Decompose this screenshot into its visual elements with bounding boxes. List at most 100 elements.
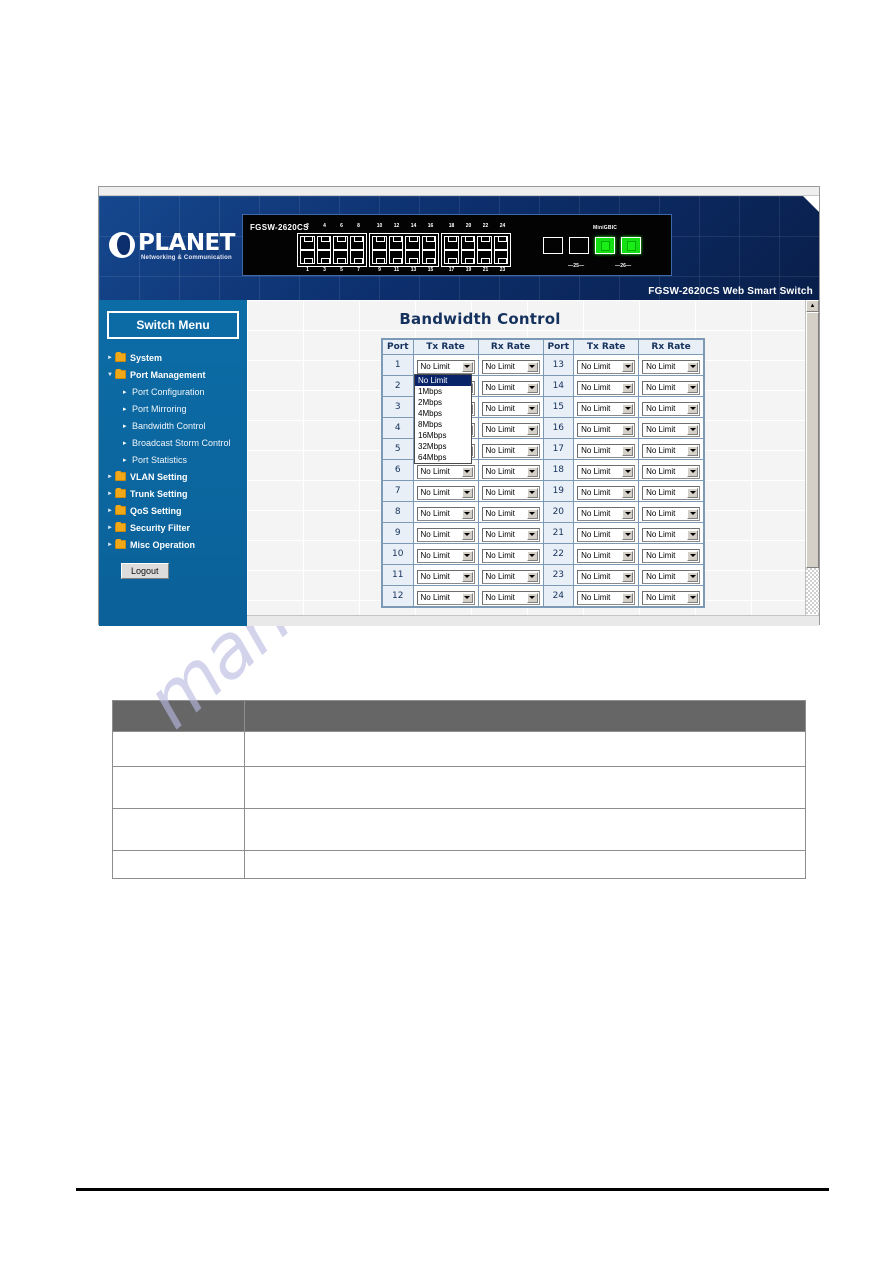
chevron-down-icon[interactable] [687,466,699,477]
rx-rate-select-port-10[interactable]: No Limit [481,548,540,563]
dropdown-option[interactable]: 8Mbps [415,419,471,430]
dropdown-option[interactable]: 2Mbps [415,397,471,408]
chevron-down-icon[interactable] [461,592,473,603]
rx-rate-select-port-6[interactable]: No Limit [481,464,540,479]
rx-rate-select-port-5[interactable]: No Limit [481,443,540,458]
rx-rate-select-port-15[interactable]: No Limit [642,401,701,416]
chevron-down-icon[interactable] [461,361,473,372]
chevron-down-icon[interactable] [526,403,538,414]
scroll-up-button[interactable]: ▲ [806,300,819,312]
sidebar-item-port-configuration[interactable]: ▸ Port Configuration [107,383,247,400]
rx-rate-select-port-14[interactable]: No Limit [642,380,701,395]
dropdown-option[interactable]: 1Mbps [415,386,471,397]
tx-rate-select-port-9[interactable]: No Limit [416,527,475,542]
sidebar-item-bandwidth-control[interactable]: ▸ Bandwidth Control [107,417,247,434]
chevron-down-icon[interactable] [687,508,699,519]
horizontal-scrollbar[interactable] [247,615,819,626]
dropdown-option[interactable]: No Limit [415,375,471,386]
chevron-down-icon[interactable] [461,508,473,519]
rx-rate-select-port-16[interactable]: No Limit [642,422,701,437]
rx-rate-select-port-11[interactable]: No Limit [481,569,540,584]
logout-button[interactable]: Logout [121,563,169,579]
tx-rate-dropdown-list[interactable]: No Limit 1Mbps 2Mbps 4Mbps 8Mbps 16Mbps 32Mbps… [414,374,472,464]
tx-rate-select-port-21[interactable]: No Limit [577,527,636,542]
chevron-down-icon[interactable] [687,571,699,582]
tx-rate-select-port-11[interactable]: No Limit [416,569,475,584]
tx-rate-select-port-20[interactable]: No Limit [577,506,636,521]
rx-rate-select-port-8[interactable]: No Limit [481,506,540,521]
sidebar-item-port-management[interactable]: ▼ Port Management [107,366,247,383]
chevron-down-icon[interactable] [526,424,538,435]
chevron-down-icon[interactable] [526,550,538,561]
dropdown-option[interactable]: 4Mbps [415,408,471,419]
chevron-down-icon[interactable] [687,403,699,414]
rx-rate-select-port-13[interactable]: No Limit [642,359,701,374]
rx-rate-select-port-24[interactable]: No Limit [642,590,701,605]
chevron-down-icon[interactable] [526,466,538,477]
rx-rate-select-port-21[interactable]: No Limit [642,527,701,542]
sidebar-item-broadcast-storm-control[interactable]: ▸ Broadcast Storm Control [107,434,247,451]
scroll-thumb[interactable] [806,312,819,568]
tx-rate-select-port-7[interactable]: No Limit [416,485,475,500]
chevron-down-icon[interactable] [622,592,634,603]
tx-rate-select-port-6[interactable]: No Limit [416,464,475,479]
tx-rate-select-port-1[interactable]: No Limit [416,359,475,374]
rx-rate-select-port-17[interactable]: No Limit [642,443,701,458]
rx-rate-select-port-23[interactable]: No Limit [642,569,701,584]
rx-rate-select-port-2[interactable]: No Limit [481,380,540,395]
tx-rate-select-port-23[interactable]: No Limit [577,569,636,584]
chevron-down-icon[interactable] [622,445,634,456]
dropdown-option[interactable]: 16Mbps [415,430,471,441]
chevron-down-icon[interactable] [622,487,634,498]
sidebar-item-system[interactable]: ► System [107,349,247,366]
chevron-down-icon[interactable] [687,361,699,372]
chevron-right-icon[interactable]: ► [107,542,115,548]
rx-rate-select-port-7[interactable]: No Limit [481,485,540,500]
chevron-down-icon[interactable] [526,445,538,456]
chevron-down-icon[interactable] [461,550,473,561]
chevron-down-icon[interactable] [622,403,634,414]
dropdown-option[interactable]: 64Mbps [415,452,471,463]
chevron-right-icon[interactable]: ► [107,525,115,531]
tx-rate-select-port-8[interactable]: No Limit [416,506,475,521]
tx-rate-select-port-16[interactable]: No Limit [577,422,636,437]
chevron-down-icon[interactable] [687,529,699,540]
sidebar-item-vlan-setting[interactable]: ► VLAN Setting [107,468,247,485]
sidebar-item-qos-setting[interactable]: ► QoS Setting [107,502,247,519]
tx-rate-select-port-13[interactable]: No Limit [577,359,636,374]
rx-rate-select-port-1[interactable]: No Limit [481,359,540,374]
tx-rate-select-port-19[interactable]: No Limit [577,485,636,500]
tx-rate-select-port-14[interactable]: No Limit [577,380,636,395]
chevron-right-icon[interactable]: ► [107,508,115,514]
sidebar-item-security-filter[interactable]: ► Security Filter [107,519,247,536]
rx-rate-select-port-12[interactable]: No Limit [481,590,540,605]
sidebar-item-trunk-setting[interactable]: ► Trunk Setting [107,485,247,502]
chevron-down-icon[interactable] [461,466,473,477]
chevron-down-icon[interactable] [526,382,538,393]
tx-rate-select-port-12[interactable]: No Limit [416,590,475,605]
chevron-down-icon[interactable] [687,424,699,435]
chevron-down-icon[interactable] [687,382,699,393]
vertical-scrollbar[interactable]: ▲ ▼ [805,300,819,626]
chevron-right-icon[interactable]: ► [107,355,115,361]
chevron-down-icon[interactable] [687,487,699,498]
rx-rate-select-port-20[interactable]: No Limit [642,506,701,521]
tx-rate-select-port-22[interactable]: No Limit [577,548,636,563]
chevron-down-icon[interactable] [526,529,538,540]
chevron-down-icon[interactable] [622,382,634,393]
rx-rate-select-port-19[interactable]: No Limit [642,485,701,500]
tx-rate-select-port-17[interactable]: No Limit [577,443,636,458]
rx-rate-select-port-18[interactable]: No Limit [642,464,701,479]
tx-rate-select-port-10[interactable]: No Limit [416,548,475,563]
sidebar-item-misc-operation[interactable]: ► Misc Operation [107,536,247,553]
chevron-down-icon[interactable] [622,529,634,540]
chevron-down-icon[interactable] [622,550,634,561]
chevron-down-icon[interactable] [461,529,473,540]
chevron-down-icon[interactable] [622,508,634,519]
chevron-down-icon[interactable] [526,592,538,603]
scroll-track[interactable] [806,568,819,614]
rx-rate-select-port-4[interactable]: No Limit [481,422,540,437]
chevron-down-icon[interactable] [622,361,634,372]
chevron-down-icon[interactable] [622,424,634,435]
rx-rate-select-port-22[interactable]: No Limit [642,548,701,563]
